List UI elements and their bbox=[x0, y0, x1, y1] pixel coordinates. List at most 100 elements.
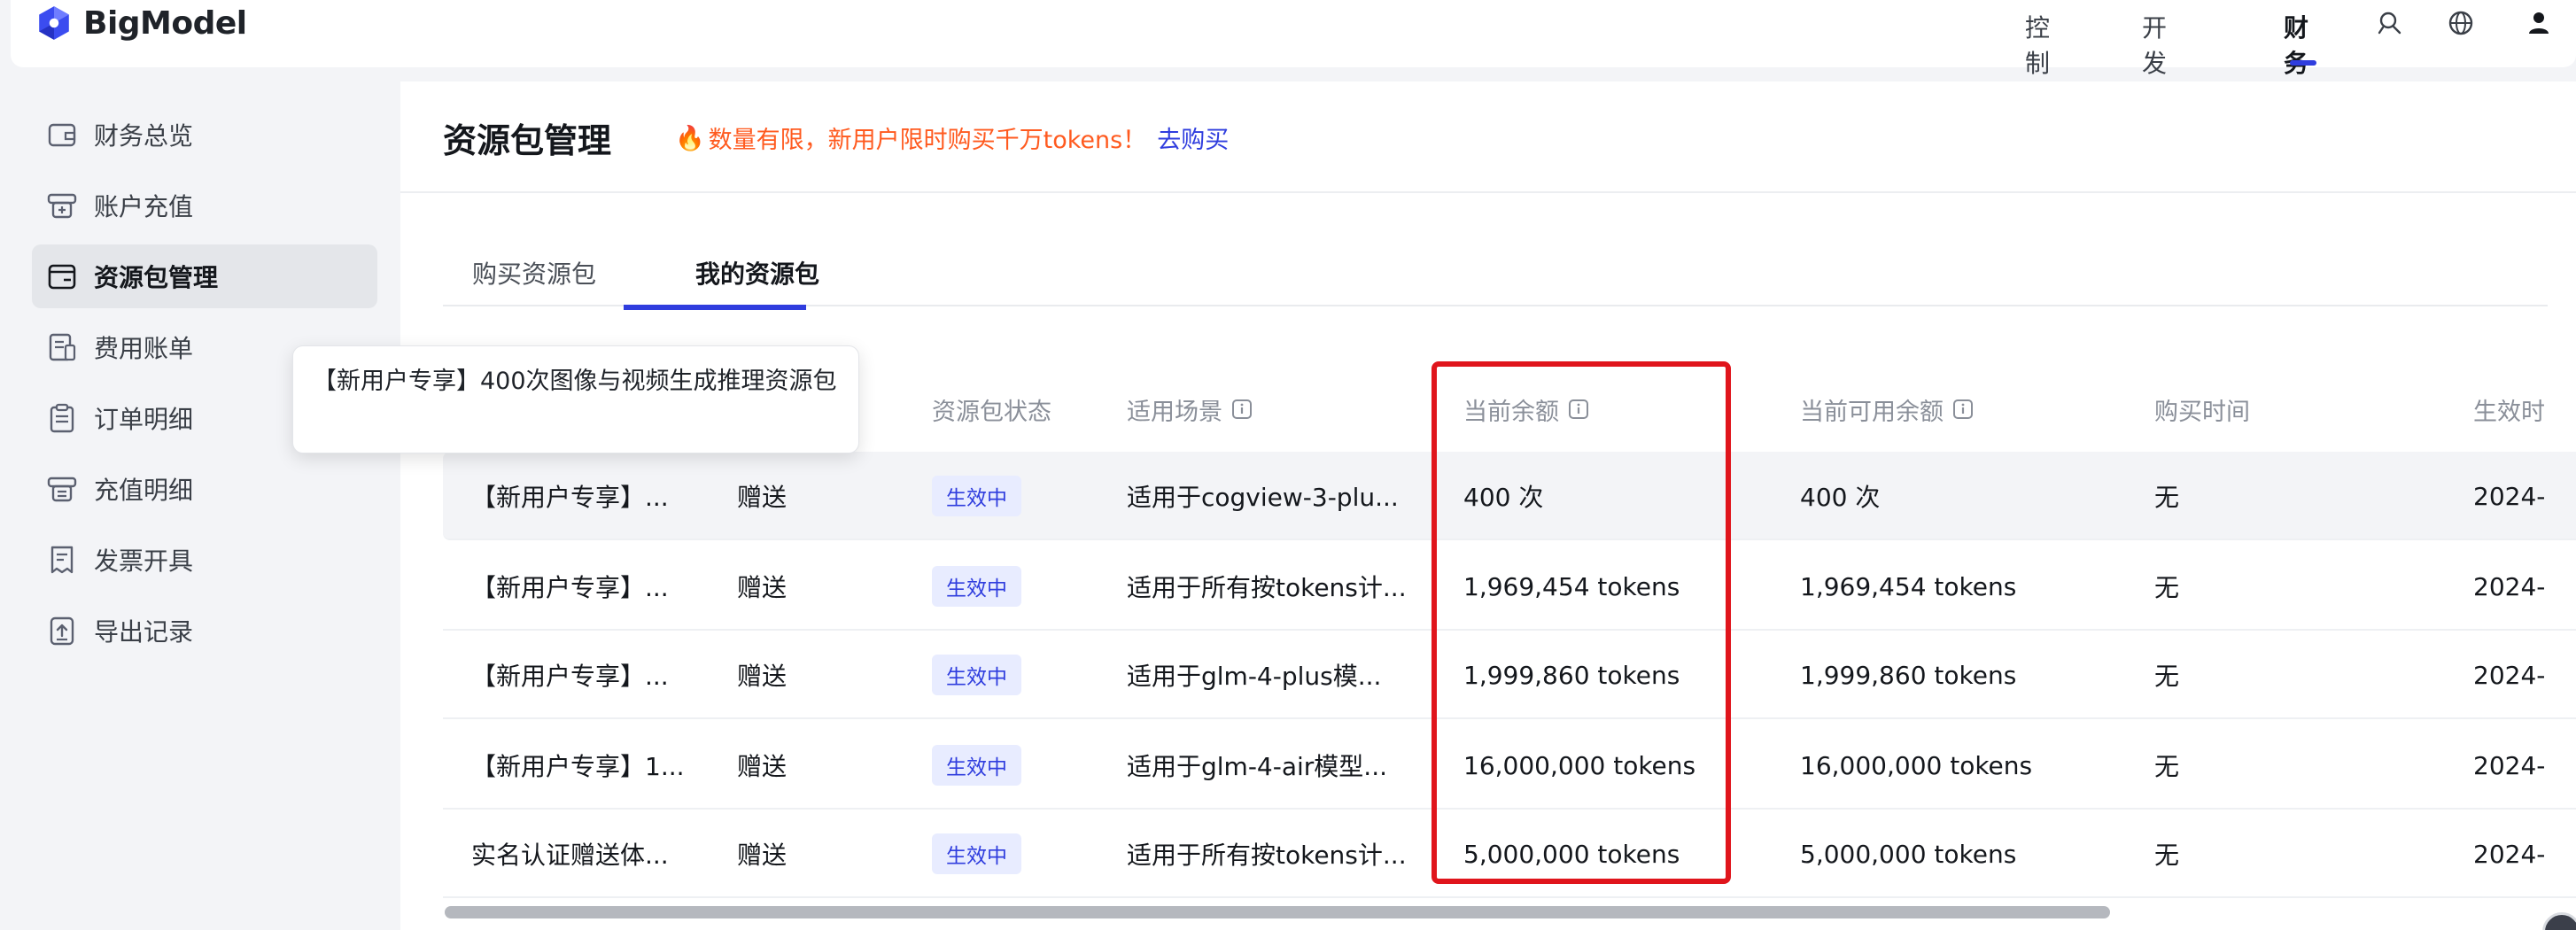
cell-scene: 适用于glm-4-air模型... bbox=[1127, 752, 1388, 781]
cell-effective: 2024- bbox=[2473, 839, 2546, 869]
invoice-icon bbox=[44, 542, 80, 577]
cell-name[interactable]: 【新用户专享】... bbox=[471, 631, 702, 719]
header-purchase-time: 购买时间 bbox=[2154, 386, 2250, 432]
sidebar-item-label: 发票开具 bbox=[94, 546, 194, 576]
cell-status: 生效中 bbox=[932, 542, 1074, 631]
recharge-detail-icon bbox=[44, 471, 80, 507]
status-badge: 生效中 bbox=[932, 655, 1021, 695]
cell-balance: 400 次 bbox=[1463, 483, 1544, 512]
cell-status: 生效中 bbox=[932, 452, 1074, 540]
cell-name[interactable]: 实名认证赠送体... bbox=[471, 810, 702, 898]
package-name-tooltip: 【新用户专享】400次图像与视频生成推理资源包 bbox=[292, 345, 859, 453]
header-label: 购买时间 bbox=[2154, 398, 2250, 426]
cell-scene: 适用于glm-4-plus模... bbox=[1127, 662, 1382, 691]
cell-status: 生效中 bbox=[932, 631, 1074, 719]
tab-buy-package[interactable]: 购买资源包 bbox=[443, 255, 625, 306]
header-scene: 适用场景 bbox=[1127, 386, 1253, 432]
cell-source: 赠送 bbox=[737, 483, 788, 512]
header-label: 资源包状态 bbox=[932, 398, 1051, 426]
cell-available: 1,999,860 tokens bbox=[1800, 660, 2017, 690]
sidebar-item-export-records[interactable]: 导出记录 bbox=[32, 599, 377, 663]
table-row[interactable]: 【新用户专享】... 赠送 生效中 适用于glm-4-plus模... 1,99… bbox=[443, 631, 2576, 719]
table-row[interactable]: 实名认证赠送体... 赠送 生效中 适用于所有按tokens计... 5,000… bbox=[443, 810, 2576, 898]
status-badge: 生效中 bbox=[932, 566, 1021, 607]
sidebar-item-invoice[interactable]: 发票开具 bbox=[32, 528, 377, 592]
cell-effective: 2024- bbox=[2473, 571, 2546, 601]
cell-source: 赠送 bbox=[737, 841, 788, 870]
cell-name[interactable]: 【新用户专享】... bbox=[471, 542, 702, 631]
order-icon bbox=[44, 400, 80, 436]
promo-banner: 🔥 数量有限，新用户限时购买千万tokens！ 去购买 bbox=[675, 120, 1229, 155]
cell-effective: 2024- bbox=[2473, 660, 2546, 690]
cell-scene: 适用于所有按tokens计... bbox=[1127, 841, 1407, 870]
cell-name[interactable]: 【新用户专享】... bbox=[471, 452, 702, 540]
sidebar-item-finance-overview[interactable]: 财务总览 bbox=[32, 103, 377, 167]
sidebar: 财务总览 账户充值 资源包管理 费用账单 订单明细 充值明细 发票开具 导出记录 bbox=[0, 81, 399, 930]
status-badge: 生效中 bbox=[932, 833, 1021, 874]
cell-source: 赠送 bbox=[737, 662, 788, 691]
globe-icon[interactable] bbox=[2447, 9, 2475, 37]
cell-purchase-time: 无 bbox=[2154, 841, 2180, 870]
tab-my-packages[interactable]: 我的资源包 bbox=[666, 255, 849, 306]
header-divider bbox=[400, 191, 2576, 193]
page-title: 资源包管理 bbox=[443, 121, 612, 160]
cell-available: 1,969,454 tokens bbox=[1800, 571, 2017, 601]
nav-active-indicator bbox=[2290, 60, 2316, 66]
header-label: 当前可用余额 bbox=[1800, 398, 1944, 426]
buy-now-link[interactable]: 去购买 bbox=[1157, 120, 1229, 155]
horizontal-scrollbar[interactable] bbox=[445, 903, 2576, 921]
sidebar-item-label: 订单明细 bbox=[94, 405, 194, 434]
sidebar-item-label: 资源包管理 bbox=[94, 263, 219, 292]
cell-status: 生效中 bbox=[932, 721, 1074, 810]
bigmodel-logo-icon bbox=[39, 6, 69, 40]
cell-name[interactable]: 【新用户专享】1... bbox=[471, 721, 702, 810]
sidebar-item-label: 导出记录 bbox=[94, 617, 194, 647]
cell-status: 生效中 bbox=[932, 810, 1074, 898]
table-row[interactable]: 【新用户专享】1... 赠送 生效中 适用于glm-4-air模型... 16,… bbox=[443, 721, 2576, 810]
package-icon bbox=[44, 259, 80, 294]
sidebar-item-recharge-details[interactable]: 充值明细 bbox=[32, 457, 377, 521]
header-label: 适用场景 bbox=[1127, 398, 1222, 426]
sidebar-item-label: 账户充值 bbox=[94, 192, 194, 221]
cell-source: 赠送 bbox=[737, 752, 788, 781]
support-icon[interactable] bbox=[2376, 9, 2404, 37]
header-label: 当前余额 bbox=[1463, 398, 1559, 426]
cell-source: 赠送 bbox=[737, 573, 788, 602]
table-row[interactable]: 【新用户专享】... 赠送 生效中 适用于所有按tokens计... 1,969… bbox=[443, 542, 2576, 631]
sidebar-item-label: 费用账单 bbox=[94, 334, 194, 363]
top-bar: BigModel bbox=[11, 0, 2576, 67]
info-icon[interactable] bbox=[1952, 399, 1974, 420]
cell-purchase-time: 无 bbox=[2154, 573, 2180, 602]
user-icon[interactable] bbox=[2525, 9, 2553, 37]
nav-finance[interactable]: 财务 bbox=[2284, 9, 2308, 80]
promo-text: 数量有限，新用户限时购买千万tokens！ bbox=[708, 127, 1147, 154]
header-balance: 当前余额 bbox=[1463, 386, 1589, 432]
cell-balance: 1,969,454 tokens bbox=[1463, 571, 1680, 601]
logo[interactable]: BigModel bbox=[35, 0, 247, 46]
cell-purchase-time: 无 bbox=[2154, 483, 2180, 512]
cell-available: 5,000,000 tokens bbox=[1800, 839, 2017, 869]
cell-balance: 5,000,000 tokens bbox=[1463, 839, 1680, 869]
sidebar-item-label: 充值明细 bbox=[94, 476, 194, 505]
sidebar-item-recharge[interactable]: 账户充值 bbox=[32, 174, 377, 237]
wallet-icon bbox=[44, 117, 80, 152]
cell-balance: 16,000,000 tokens bbox=[1463, 750, 1696, 780]
sidebar-item-package-management[interactable]: 资源包管理 bbox=[32, 244, 377, 308]
info-icon[interactable] bbox=[1568, 399, 1589, 420]
header-effective: 生效时 bbox=[2473, 386, 2545, 432]
info-icon[interactable] bbox=[1231, 399, 1253, 420]
cell-available: 16,000,000 tokens bbox=[1800, 750, 2033, 780]
cell-purchase-time: 无 bbox=[2154, 752, 2180, 781]
header-label: 生效时 bbox=[2473, 398, 2545, 426]
logo-text: BigModel bbox=[83, 4, 247, 42]
cell-scene: 适用于所有按tokens计... bbox=[1127, 573, 1407, 602]
scrollbar-thumb[interactable] bbox=[445, 906, 2110, 918]
cell-available: 400 次 bbox=[1800, 483, 1881, 512]
export-icon bbox=[44, 613, 80, 648]
status-badge: 生效中 bbox=[932, 476, 1021, 516]
header-available: 当前可用余额 bbox=[1800, 386, 1974, 432]
bill-icon bbox=[44, 329, 80, 365]
table-row[interactable]: 【新用户专享】... 赠送 生效中 适用于cogview-3-plu... 40… bbox=[443, 452, 2576, 540]
cell-effective: 2024- bbox=[2473, 481, 2546, 511]
status-badge: 生效中 bbox=[932, 745, 1021, 786]
